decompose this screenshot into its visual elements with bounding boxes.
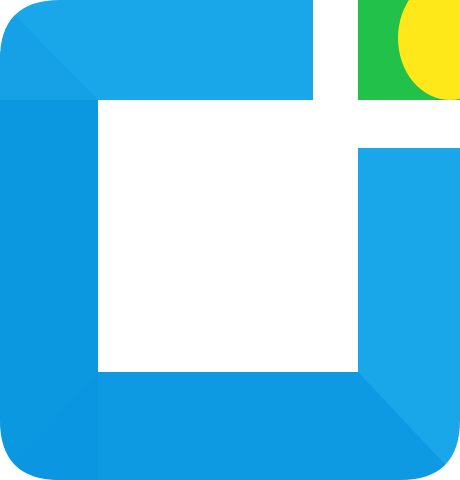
corner-accent bbox=[358, 0, 460, 100]
logo-canvas bbox=[0, 0, 460, 480]
app-logo-icon bbox=[0, 0, 460, 480]
